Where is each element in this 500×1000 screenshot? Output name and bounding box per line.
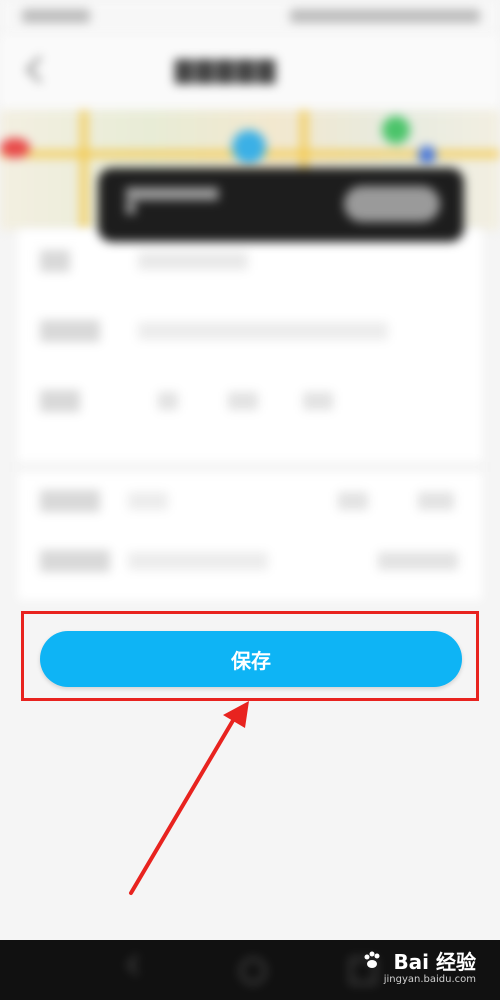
carrier-text [22, 9, 90, 23]
save-button[interactable]: 保存 [40, 631, 462, 687]
field-value [128, 492, 168, 510]
form-row[interactable] [18, 470, 482, 530]
map-marker [382, 116, 410, 144]
field-value [138, 322, 388, 340]
top-navigation: ▇▇▇▇▇ [0, 34, 500, 114]
toast-text: ▇▇▇▇▇▇▇▇▇▇ ▇ [126, 186, 219, 214]
option-chip[interactable] [158, 392, 178, 410]
map-marker [232, 130, 266, 164]
field-value [138, 252, 248, 270]
option-chip[interactable] [338, 492, 368, 510]
form-row[interactable] [18, 370, 482, 430]
toast-action-button[interactable] [344, 186, 440, 222]
status-bar [0, 0, 500, 34]
arrow-head [223, 701, 249, 728]
map-marker [0, 138, 30, 158]
watermark-brand: Bai 经验 [362, 946, 476, 975]
field-label [40, 320, 100, 342]
field-label [40, 550, 110, 572]
map-road [80, 110, 88, 230]
form-row[interactable] [18, 530, 482, 590]
chevron-left-icon[interactable] [26, 56, 53, 83]
field-label [40, 490, 100, 512]
back-nav-icon[interactable] [127, 955, 147, 975]
field-value [128, 552, 268, 570]
field-label [40, 250, 70, 272]
watermark-brand-text: Bai 经验 [393, 950, 476, 974]
field-value [378, 552, 458, 570]
option-chip[interactable] [418, 492, 454, 510]
watermark-url: jingyan.baidu.com [383, 974, 476, 985]
page-title: ▇▇▇▇▇ [175, 56, 278, 84]
field-label [40, 390, 80, 412]
status-icons [290, 9, 480, 23]
form-row[interactable] [18, 300, 482, 360]
option-chip[interactable] [228, 392, 258, 410]
form-card [18, 230, 482, 600]
toast-message: ▇▇▇▇▇▇▇▇▇▇ ▇ [98, 168, 464, 242]
option-chip[interactable] [303, 392, 333, 410]
arrow-shaft [129, 710, 240, 895]
paw-icon [364, 951, 380, 968]
map-marker [418, 146, 436, 164]
home-nav-icon[interactable] [240, 958, 266, 984]
